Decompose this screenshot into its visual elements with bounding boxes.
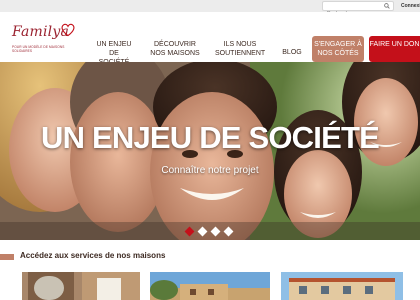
search-box[interactable] xyxy=(322,1,394,18)
search-icon[interactable] xyxy=(384,3,390,9)
service-photo-3 xyxy=(281,272,403,300)
donate-button[interactable]: FAIRE UN DON xyxy=(369,36,420,62)
section-accent-bar xyxy=(0,254,14,260)
hero-title: UN ENJEU DE SOCIÉTÉ xyxy=(41,120,380,155)
slider-dots xyxy=(184,226,236,237)
service-card-2[interactable] xyxy=(150,272,270,300)
hero-cta-link[interactable]: Connaître notre projet xyxy=(0,165,420,176)
heart-icon xyxy=(61,23,75,37)
services-heading: Accédez aux services de nos maisons xyxy=(20,251,166,260)
nav-item-blog[interactable]: BLOG xyxy=(280,48,304,57)
engage-button[interactable]: S'ENGAGER À NOS CÔTÉS xyxy=(312,36,364,62)
slider-dot-2[interactable] xyxy=(197,226,208,237)
slider-dot-3[interactable] xyxy=(210,226,221,237)
service-card-1[interactable] xyxy=(22,272,140,300)
service-photo-2 xyxy=(150,272,270,300)
hero-banner: UN ENJEU DE SOCIÉTÉ Connaître notre proj… xyxy=(0,62,420,240)
nav-item-maisons[interactable]: DÉCOUVRIR NOS MAISONS xyxy=(150,40,200,58)
slider-dot-1[interactable] xyxy=(184,226,195,237)
logo-tagline: POUR UN MODÈLE DE MAISONS SOLIDAIRES xyxy=(12,45,65,53)
site-logo[interactable]: Familya POUR UN MODÈLE DE MAISONS SOLIDA… xyxy=(12,23,75,60)
nav-item-soutiennent[interactable]: ILS NOUS SOUTIENNENT xyxy=(215,40,265,58)
service-card-3[interactable] xyxy=(281,272,403,300)
services-section: Accédez aux services de nos maisons xyxy=(0,240,420,300)
service-photo-1 xyxy=(22,272,140,300)
connexion-link[interactable]: Connexion xyxy=(401,1,420,11)
slider-dot-4[interactable] xyxy=(223,226,234,237)
top-utility-bar: Connexion xyxy=(0,0,420,18)
site-header: Familya POUR UN MODÈLE DE MAISONS SOLIDA… xyxy=(0,12,420,66)
